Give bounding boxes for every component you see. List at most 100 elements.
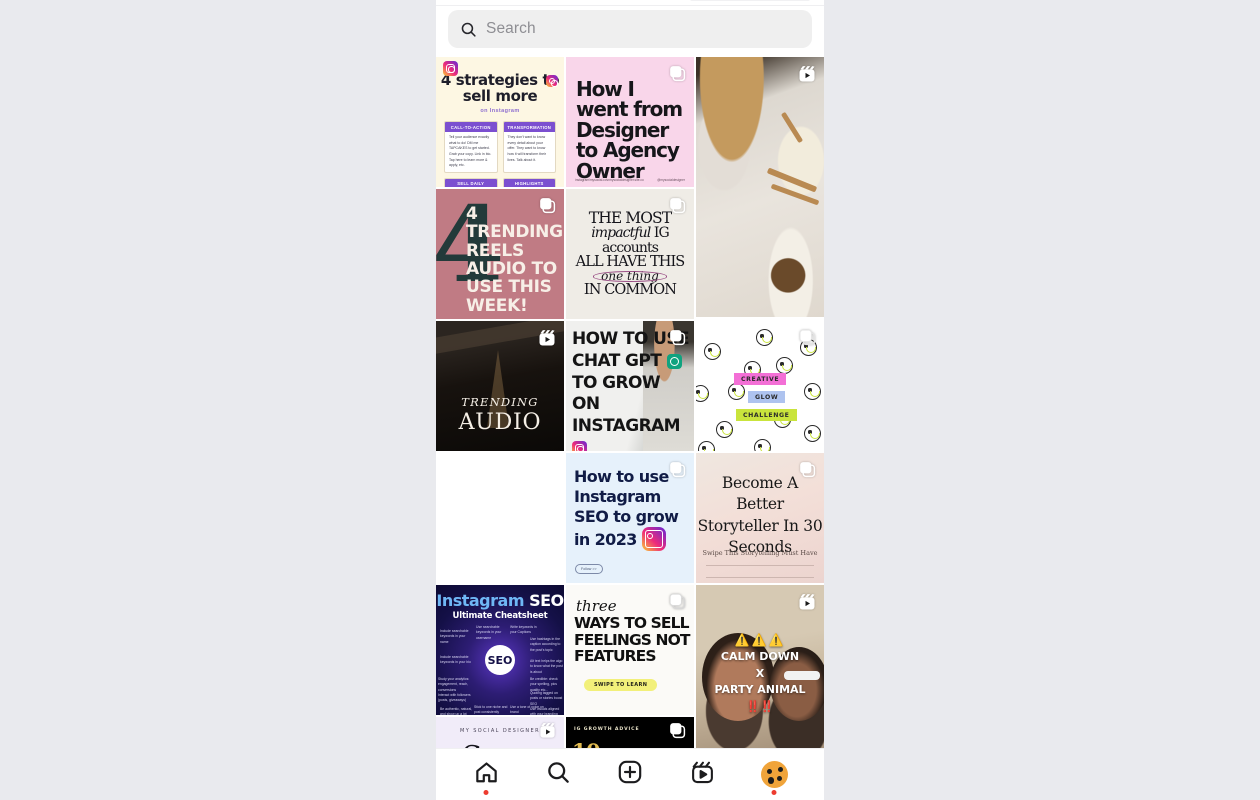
- post-title: 10 ChatGPT: [572, 739, 694, 748]
- carousel-icon: [668, 721, 687, 740]
- cheatsheet-note: Be authentic, natural, and show up a lot: [440, 707, 473, 715]
- card-header: HIGHLIGHTS: [503, 178, 555, 187]
- post-title: TRENDING AUDIO: [436, 395, 564, 435]
- carousel-icon: [668, 328, 687, 347]
- cheatsheet-note: Use visuals aligned with your branding: [530, 707, 560, 715]
- nav-item-home[interactable]: [463, 753, 509, 797]
- grid-post-p13[interactable]: ⚠️⚠️⚠️ CALM DOWN X PARTY ANIMAL ‼️‼️: [696, 585, 824, 748]
- nav-item-create[interactable]: [607, 753, 653, 797]
- reel-icon: [538, 721, 557, 740]
- grid-post-p15[interactable]: IG GROWTH ADVICE 10 ChatGPT: [566, 717, 694, 748]
- title-line: CALM DOWN: [720, 650, 800, 663]
- grid-post-p1[interactable]: 4 strategies to sell more on Instagram C…: [436, 57, 564, 187]
- card-header: SELL DAILY: [445, 178, 497, 187]
- title-line: INSTAGRAM: [572, 416, 681, 436]
- title-line: FEELINGS NOT: [574, 630, 690, 649]
- post-title: HOW TO USE CHAT GPT TO GROW ON INSTAGRAM: [572, 329, 690, 451]
- cheatsheet-note: Alt text helps the algo to know what the…: [530, 659, 563, 674]
- nav-item-profile[interactable]: [751, 753, 797, 797]
- footer-credit: @mysocialdesigner: [657, 178, 685, 182]
- grid-post-p3[interactable]: [696, 57, 824, 317]
- post-core-label: SEO: [485, 645, 515, 676]
- instagram-logo-icon: [443, 61, 458, 76]
- post-title: WAYS TO SELL FEELINGS NOT FEATURES: [574, 615, 690, 665]
- cheatsheet-note: Write keywords in your Captions: [510, 625, 537, 635]
- instagram-logo-icon: [572, 440, 587, 451]
- title-line: one thing: [593, 270, 667, 283]
- carousel-icon: [798, 460, 817, 479]
- sticker-label: CREATIVE: [734, 373, 787, 385]
- post-title: Canva: [436, 741, 564, 748]
- search-input[interactable]: Search: [448, 10, 812, 48]
- title-line: WAYS TO SELL: [574, 614, 689, 632]
- title-part: Instagram: [436, 591, 524, 610]
- bottom-navigation-bar: [436, 748, 824, 800]
- cheatsheet-note: Stick to one niche and post consistently: [474, 705, 508, 715]
- post-subtitle: Swipe This Storytelling Must Have: [702, 549, 818, 557]
- title-part: SEO: [529, 591, 564, 610]
- title-line: IN COMMON: [583, 281, 677, 298]
- grid-post-p14[interactable]: MY SOCIAL DESIGNER Canva: [436, 717, 564, 748]
- exclamation-emoji: ‼️‼️: [746, 699, 774, 713]
- grid-post-p11[interactable]: Instagram SEO Ultimate Cheatsheet SEO In…: [436, 585, 564, 715]
- carousel-icon: [668, 64, 687, 83]
- reel-icon: [690, 760, 715, 790]
- title-line: ALL HAVE THIS: [575, 254, 686, 271]
- title-line: CHAT GPT: [572, 350, 662, 371]
- post-title: Instagram SEO: [436, 591, 564, 610]
- nav-item-search[interactable]: [535, 753, 581, 797]
- cheatsheet-note: Interact with followers (posts, giveaway…: [438, 693, 471, 703]
- grid-post-p10[interactable]: Become A Better Storyteller In 30 Second…: [696, 453, 824, 583]
- grid-post-p6[interactable]: TRENDING AUDIO: [436, 321, 564, 451]
- carousel-icon: [538, 196, 557, 215]
- instagram-logo-icon: [641, 527, 666, 552]
- post-footer: instagram/mysocial.co\nmysocialdesigner.…: [575, 178, 685, 182]
- swipe-to-learn-button[interactable]: SWIPE TO LEARN: [584, 679, 658, 691]
- search-placeholder: Search: [486, 20, 536, 37]
- post-title: 4 TRENDING REELS AUDIO TO USE THIS WEEK!: [466, 204, 563, 316]
- post-title: Become A Better Storyteller In 30 Second…: [697, 474, 823, 557]
- avatar: [760, 761, 788, 788]
- reel-icon: [797, 592, 817, 612]
- post-title: 4 strategies to sell more: [440, 71, 560, 105]
- instagram-logo-icon: [546, 75, 558, 87]
- header-ghost-element: [690, 0, 810, 1]
- notification-dot: [483, 789, 489, 795]
- cheatsheet-note: Study your analytics: engagement, reach,…: [438, 677, 470, 692]
- grid-post-p9[interactable]: How to use Instagram SEO to grow in 2023…: [566, 453, 694, 583]
- cheatsheet-note: Use hashtags in the caption according to…: [530, 637, 561, 652]
- card-header: CALL-TO-ACTION: [445, 122, 497, 133]
- cheatsheet-note: Include searchable keywords in your bio: [440, 655, 471, 665]
- title-line: TO GROW ON: [572, 372, 661, 415]
- post-script-word: three: [576, 597, 617, 615]
- card-body: They don't want to know every detail abo…: [507, 135, 547, 162]
- grid-post-p7[interactable]: HOW TO USE CHAT GPT TO GROW ON INSTAGRAM: [566, 321, 694, 451]
- title-line: FEATURES: [574, 647, 657, 666]
- reel-icon: [797, 64, 817, 84]
- nav-item-reels[interactable]: [679, 753, 725, 797]
- reel-icon: [537, 328, 557, 348]
- cheatsheet-note: Quoting tagged on posts or stories boost…: [530, 691, 563, 706]
- carousel-icon: [798, 328, 817, 347]
- notification-dot: [771, 789, 777, 795]
- sticker-label: GLOW: [748, 391, 786, 403]
- explore-grid[interactable]: 4 strategies to sell more on Instagram C…: [436, 57, 824, 748]
- grid-post-p8[interactable]: CREATIVE GLOW CHALLENGE: [696, 321, 824, 451]
- follow-button[interactable]: Follow >>: [575, 564, 603, 574]
- footer-handle: instagram/mysocial.co\nmysocialdesigner.…: [575, 178, 644, 182]
- card-body: Tell your audience exactly what to do! D…: [449, 135, 492, 168]
- carousel-icon: [668, 592, 687, 611]
- title-line: AUDIO: [458, 410, 542, 435]
- carousel-icon: [668, 460, 687, 479]
- title-line: X: [755, 666, 765, 680]
- grid-post-p2[interactable]: How I went from Designer to Agency Owner…: [566, 57, 694, 187]
- search-icon: [546, 760, 571, 790]
- scrolled-header-sliver: [436, 0, 824, 6]
- food-photo: [696, 57, 824, 317]
- grid-post-p12[interactable]: three WAYS TO SELL FEELINGS NOT FEATURES…: [566, 585, 694, 715]
- search-bar-container: Search: [436, 6, 824, 57]
- plus-square-icon: [617, 759, 643, 790]
- grid-post-p5[interactable]: THE MOST impactful IG accounts ALL HAVE …: [566, 189, 694, 319]
- grid-post-p4[interactable]: 4 4 TRENDING REELS AUDIO TO USE THIS WEE…: [436, 189, 564, 319]
- home-icon: [474, 760, 499, 790]
